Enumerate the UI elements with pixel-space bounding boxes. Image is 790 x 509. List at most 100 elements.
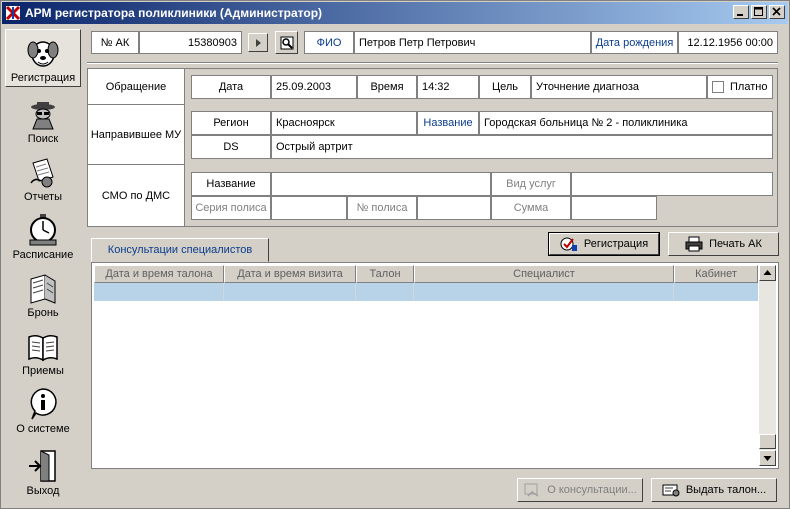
region-field[interactable]: Красноярск — [271, 111, 417, 135]
arrow-up-icon — [763, 270, 772, 275]
minimize-icon — [737, 14, 743, 16]
info-icon — [30, 388, 57, 420]
main-window: АРМ регистратора поликлиники (Администра… — [0, 0, 790, 509]
arrow-right-icon — [256, 38, 261, 47]
scroll-thumb[interactable] — [759, 434, 776, 449]
registration-dog-icon — [27, 41, 59, 67]
sidebar-item-search[interactable]: Поиск — [5, 89, 81, 147]
exit-icon — [29, 450, 56, 482]
title-bar[interactable]: АРМ регистратора поликлиники (Администра… — [2, 2, 788, 24]
sidebar-item-exit[interactable]: Выход — [5, 441, 81, 499]
reports-icon — [30, 158, 54, 188]
register-button-label: Регистрация — [583, 238, 649, 250]
insurance-section-label: СМО по ДМС — [88, 165, 185, 226]
close-button[interactable] — [769, 5, 785, 19]
minimize-button[interactable] — [733, 5, 749, 19]
sidebar-item-label: Приемы — [22, 365, 64, 377]
sidebar-item-label: Выход — [26, 485, 60, 497]
sidebar-item-label: Поиск — [27, 133, 59, 145]
fio-label: ФИО — [304, 31, 354, 54]
issue-ticket-button[interactable]: Выдать талон... — [651, 478, 777, 502]
maximize-icon — [754, 7, 763, 16]
sidebar-item-appointments[interactable]: Приемы — [5, 321, 81, 379]
date-label: Дата — [191, 75, 271, 99]
ak-next-button[interactable] — [248, 33, 268, 52]
dob-label: Дата рождения — [591, 31, 678, 54]
policy-number-field[interactable] — [417, 196, 491, 220]
column-header-visit-time[interactable]: Дата и время визита — [224, 265, 356, 283]
mu-name-label: Название — [417, 111, 479, 135]
sidebar-item-label: О системе — [16, 423, 70, 435]
region-label: Регион — [191, 111, 271, 135]
sidebar-item-label: Бронь — [27, 307, 59, 319]
policy-series-label: Серия полиса — [191, 196, 271, 220]
table-row[interactable] — [94, 283, 758, 301]
time-field[interactable]: 14:32 — [417, 75, 479, 99]
sidebar-item-label: Отчеты — [23, 191, 63, 203]
table-cell — [414, 283, 674, 301]
consultations-grid[interactable]: Дата и время талона Дата и время визита … — [91, 262, 779, 469]
scroll-down-button[interactable] — [759, 450, 776, 466]
ds-field[interactable]: Острый артрит — [271, 135, 773, 159]
goal-field[interactable]: Уточнение диагноза — [531, 75, 707, 99]
sidebar-item-label: Расписание — [12, 249, 74, 261]
date-field[interactable]: 25.09.2003 — [271, 75, 357, 99]
ak-number-field[interactable]: 15380903 — [139, 31, 242, 54]
appeal-section-label: Обращение — [88, 69, 185, 105]
maximize-button[interactable] — [751, 5, 767, 19]
app-icon — [5, 5, 21, 21]
smo-name-label: Название — [191, 172, 271, 196]
sidebar-item-registration[interactable]: Регистрация — [5, 29, 81, 87]
sidebar-item-label: Регистрация — [10, 72, 76, 84]
appointments-book-icon — [28, 334, 58, 362]
schedule-clock-icon — [29, 214, 57, 246]
print-ak-button[interactable]: Печать АК — [668, 232, 779, 256]
consultation-icon — [524, 483, 539, 497]
referral-section-label: Направившее МУ — [88, 105, 185, 165]
sum-label: Сумма — [491, 196, 571, 220]
window-title: АРМ регистратора поликлиники (Администра… — [25, 6, 323, 20]
sidebar: Регистрация Поиск Отчеты Расписание Брон… — [3, 27, 83, 505]
register-icon — [560, 237, 577, 251]
table-cell — [356, 283, 414, 301]
tab-consultations[interactable]: Консультации специалистов — [91, 238, 269, 262]
paid-checkbox[interactable]: Платно — [707, 75, 773, 99]
mu-name-field[interactable]: Городская больница № 2 - поликлиника — [479, 111, 773, 135]
time-label: Время — [357, 75, 417, 99]
sidebar-item-about[interactable]: О системе — [5, 379, 81, 437]
policy-number-label: № полиса — [347, 196, 417, 220]
arrow-down-icon — [763, 456, 772, 461]
checkbox-box[interactable] — [712, 81, 724, 93]
policy-series-field[interactable] — [271, 196, 347, 220]
consultation-info-button[interactable]: О консультации... — [517, 478, 643, 502]
sidebar-item-booking[interactable]: Бронь — [5, 263, 81, 321]
column-header-specialist[interactable]: Специалист — [414, 265, 674, 283]
scroll-up-button[interactable] — [759, 265, 776, 281]
table-cell — [94, 283, 224, 301]
close-icon — [772, 7, 781, 16]
sidebar-item-schedule[interactable]: Расписание — [5, 205, 81, 263]
goal-label: Цель — [479, 75, 531, 99]
column-header-ticket[interactable]: Талон — [356, 265, 414, 283]
smo-name-field[interactable] — [271, 172, 491, 196]
table-cell — [674, 283, 758, 301]
ds-label: DS — [191, 135, 271, 159]
column-header-ticket-time[interactable]: Дата и время талона — [94, 265, 224, 283]
sum-field[interactable] — [571, 196, 657, 220]
service-type-field[interactable] — [571, 172, 773, 196]
paid-label: Платно — [730, 81, 768, 93]
separator — [87, 62, 778, 64]
ak-card-button[interactable] — [275, 31, 298, 54]
column-header-room[interactable]: Кабинет — [674, 265, 758, 283]
table-cell — [224, 283, 356, 301]
printer-icon — [685, 236, 703, 252]
consultation-info-label: О консультации... — [547, 484, 637, 496]
dob-field[interactable]: 12.12.1956 00:00 — [678, 31, 778, 54]
register-button[interactable]: Регистрация — [548, 232, 660, 256]
fio-field[interactable]: Петров Петр Петрович — [354, 31, 591, 54]
vertical-scrollbar[interactable] — [759, 265, 776, 466]
sidebar-item-reports[interactable]: Отчеты — [5, 147, 81, 205]
card-search-icon — [280, 36, 293, 49]
booking-icon — [30, 274, 56, 304]
ak-label: № АК — [91, 31, 139, 54]
